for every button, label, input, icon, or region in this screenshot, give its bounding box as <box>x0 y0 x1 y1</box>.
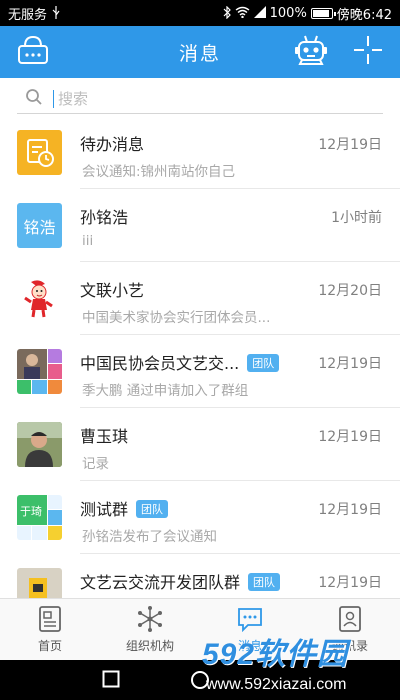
team-badge: 团队 <box>136 500 169 518</box>
conversation-name-text: 测试群 <box>80 500 129 519</box>
conversation-preview: 记录 <box>82 456 109 472</box>
calendar-clock-icon <box>27 139 54 167</box>
conversation-time: 12月19日 <box>318 502 382 518</box>
clock: 傍晚6:42 <box>336 7 392 23</box>
conversation-time: 12月19日 <box>318 137 382 153</box>
battery-icon <box>310 7 336 19</box>
avatar: 铭浩 <box>17 203 62 248</box>
avatar-initials: 铭浩 <box>23 217 56 237</box>
conversation-preview: 会议通知:锦州南站你自己 <box>82 164 236 180</box>
conversation-name: 文艺云交流开发团队群 团队 <box>80 569 281 593</box>
group-avatar-grid <box>17 349 62 394</box>
conversation-name: 待办消息 <box>80 135 145 154</box>
signal-icon <box>253 6 266 20</box>
usb-icon <box>51 5 61 21</box>
recents-button[interactable] <box>102 670 120 692</box>
tab-contacts[interactable]: 通讯录 <box>300 599 400 660</box>
todo-avatar <box>17 130 62 175</box>
conversation-preview: 孙铭浩发布了会议通知 <box>82 529 217 545</box>
list-item[interactable]: 铭浩 孙铭浩 iii 1小时前 <box>0 189 400 262</box>
page-title: 消息 <box>178 42 221 65</box>
conversation-name: 曹玉琪 <box>80 427 129 446</box>
tab-home[interactable]: 首页 <box>0 599 100 660</box>
robot-assistant-button[interactable] <box>291 32 331 72</box>
conversation-time: 12月19日 <box>318 575 382 591</box>
list-item[interactable]: 文联小艺 中国美术家协会实行团体会员... 12月20日 <box>0 262 400 335</box>
system-nav-bar <box>0 660 400 700</box>
home-button[interactable] <box>190 670 210 694</box>
app-header: 消息 <box>0 26 400 78</box>
group-avatar-text: 于琦 <box>20 505 42 518</box>
photo-avatar <box>17 422 62 467</box>
contacts-icon <box>338 605 362 633</box>
network-icon <box>136 605 164 633</box>
list-item[interactable]: 于琦 测试群 团队 孙铭浩发布了会议通知 12月19日 <box>0 481 400 554</box>
conversation-name-text: 文艺云交流开发团队群 <box>80 573 241 592</box>
conversation-time: 12月19日 <box>318 429 382 445</box>
tab-organization[interactable]: 组织机构 <box>100 599 200 660</box>
conversation-name: 中国民协会员文艺交... 团队 <box>80 350 280 374</box>
search-bar <box>17 84 383 114</box>
tab-label: 通讯录 <box>331 639 368 653</box>
bluetooth-icon <box>223 5 231 21</box>
document-icon <box>38 605 62 633</box>
conversation-name: 测试群 团队 <box>80 496 169 520</box>
search-icon <box>25 88 47 110</box>
conversation-preview: 季大鹏 通过申请加入了群组 <box>82 383 249 399</box>
tab-label: 消息 <box>237 639 262 653</box>
mascot-avatar <box>17 276 62 321</box>
conversation-time: 12月20日 <box>318 283 382 299</box>
carrier-text: 无服务 <box>8 7 48 23</box>
circle-icon <box>191 671 209 689</box>
search-input[interactable] <box>58 89 358 108</box>
group-chat-button[interactable] <box>13 32 53 72</box>
wifi-icon <box>235 6 250 20</box>
list-item[interactable]: 曹玉琪 记录 12月19日 <box>0 408 400 481</box>
team-badge: 团队 <box>248 573 281 591</box>
tab-label: 组织机构 <box>125 639 174 653</box>
battery-percent: 100% <box>269 5 307 21</box>
conversation-list: 待办消息 会议通知:锦州南站你自己 12月19日 铭浩 孙铭浩 iii 1小时前 <box>0 116 400 627</box>
plus-icon <box>353 35 383 69</box>
conversation-preview: 中国美术家协会实行团体会员... <box>82 310 271 326</box>
conversation-time: 12月19日 <box>318 356 382 372</box>
team-badge: 团队 <box>247 354 280 372</box>
group-bag-icon <box>17 35 49 69</box>
list-item[interactable]: 中国民协会员文艺交... 团队 季大鹏 通过申请加入了群组 12月19日 <box>0 335 400 408</box>
status-bar: 无服务 100% 傍晚6:42 <box>0 0 400 26</box>
list-item[interactable]: 待办消息 会议通知:锦州南站你自己 12月19日 <box>0 116 400 189</box>
chat-icon <box>236 605 264 633</box>
conversation-name: 文联小艺 <box>80 281 145 300</box>
conversation-preview: iii <box>82 233 94 249</box>
tab-messages[interactable]: 消息 <box>200 599 300 660</box>
mascot-icon <box>24 280 53 318</box>
robot-icon <box>294 34 328 70</box>
square-icon <box>102 670 120 688</box>
tab-label: 首页 <box>37 639 62 653</box>
add-button[interactable] <box>348 32 388 72</box>
text-caret <box>53 89 54 108</box>
conversation-name-text: 中国民协会员文艺交... <box>80 354 240 373</box>
group-collage-icon <box>17 349 62 394</box>
bottom-tab-bar: 首页 组织机构 消息 通讯录 <box>0 598 400 660</box>
group-avatar-grid: 于琦 <box>17 495 62 540</box>
conversation-time: 1小时前 <box>331 210 382 226</box>
person-photo-icon <box>17 422 62 467</box>
conversation-name: 孙铭浩 <box>80 208 129 227</box>
